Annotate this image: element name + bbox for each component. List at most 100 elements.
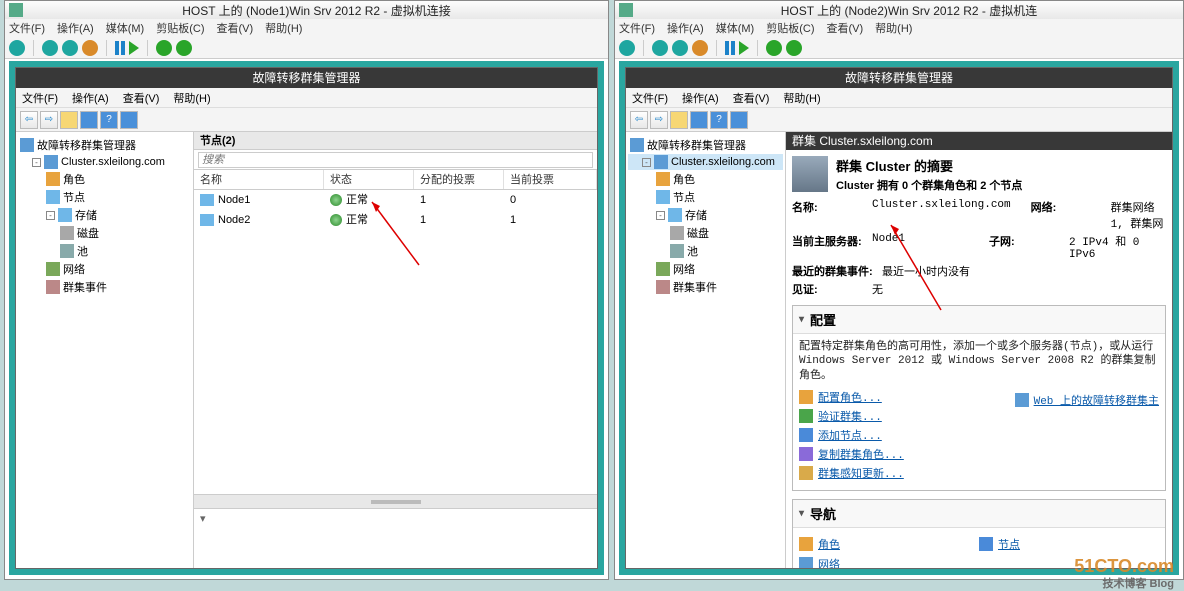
tree-pools[interactable]: 池: [628, 242, 783, 260]
tree-roles[interactable]: 角色: [628, 170, 783, 188]
tree-storage[interactable]: -存储: [18, 206, 191, 224]
collapse-icon[interactable]: -: [32, 158, 41, 167]
nav-roles[interactable]: 角色: [799, 534, 979, 554]
col-current[interactable]: 当前投票: [504, 170, 597, 189]
tree-pools[interactable]: 池: [18, 242, 191, 260]
shutdown-icon[interactable]: [62, 40, 78, 56]
tree-nodes[interactable]: 节点: [628, 188, 783, 206]
menu-help[interactable]: 帮助(H): [783, 90, 820, 106]
tree-nodes[interactable]: 节点: [18, 188, 191, 206]
start-icon[interactable]: [652, 40, 668, 56]
link-add-node[interactable]: 添加节点...: [799, 427, 1159, 443]
tree-root[interactable]: 故障转移群集管理器: [18, 136, 191, 154]
collapse-icon[interactable]: -: [656, 211, 665, 220]
props-icon[interactable]: [120, 111, 138, 129]
menu-file[interactable]: 文件(F): [22, 90, 58, 106]
vm-menubar: 文件(F) 操作(A) 媒体(M) 剪贴板(C) 查看(V) 帮助(H): [5, 19, 608, 37]
tree-networks[interactable]: 网络: [18, 260, 191, 278]
save-icon[interactable]: [692, 40, 708, 56]
back-icon[interactable]: [630, 111, 648, 129]
menu-file[interactable]: 文件(F): [632, 90, 668, 106]
splitter[interactable]: [194, 494, 597, 508]
ctrl-alt-del-icon[interactable]: [619, 40, 635, 56]
play-icon[interactable]: [739, 41, 749, 55]
link-copy-role[interactable]: 复制群集角色...: [799, 446, 1159, 462]
panel-icon[interactable]: [80, 111, 98, 129]
menu-action[interactable]: 操作(A): [667, 20, 704, 36]
watermark-sub: 技术博客 Blog: [1103, 575, 1175, 591]
tree-storage[interactable]: -存储: [628, 206, 783, 224]
role-icon: [656, 172, 670, 186]
splitter-handle[interactable]: [371, 500, 421, 504]
play-icon[interactable]: [129, 41, 139, 55]
nav-networks[interactable]: 网络: [799, 554, 979, 568]
menu-action[interactable]: 操作(A): [57, 20, 94, 36]
col-name[interactable]: 名称: [194, 170, 324, 189]
start-icon[interactable]: [42, 40, 58, 56]
info-grid: 名称: Cluster.sxleilong.com 网络: 群集网络 1, 群集…: [792, 199, 1166, 297]
col-vote[interactable]: 分配的投票: [414, 170, 504, 189]
shutdown-icon[interactable]: [672, 40, 688, 56]
menu-help[interactable]: 帮助(H): [265, 20, 302, 36]
collapse-icon[interactable]: -: [46, 211, 55, 220]
props-icon[interactable]: [730, 111, 748, 129]
menu-view[interactable]: 查看(V): [827, 20, 864, 36]
tree-networks[interactable]: 网络: [628, 260, 783, 278]
menu-action[interactable]: 操作(A): [72, 90, 109, 106]
menu-view[interactable]: 查看(V): [123, 90, 160, 106]
tree-panel: 故障转移群集管理器 -Cluster.sxleilong.com 角色 节点 -…: [16, 132, 194, 568]
nav-header[interactable]: 导航: [793, 500, 1165, 528]
checkpoint-icon[interactable]: [766, 40, 782, 56]
separator: [643, 40, 644, 56]
cluster-mgr-icon: [630, 138, 644, 152]
pause-icon[interactable]: [115, 41, 125, 55]
menu-clipboard[interactable]: 剪贴板(C): [156, 20, 204, 36]
collapse-icon[interactable]: -: [642, 158, 651, 167]
help-icon[interactable]: ?: [100, 111, 118, 129]
tree-events[interactable]: 群集事件: [628, 278, 783, 296]
menu-media[interactable]: 媒体(M): [716, 20, 755, 36]
menu-file[interactable]: 文件(F): [619, 20, 655, 36]
tree-events[interactable]: 群集事件: [18, 278, 191, 296]
label-subnet: 子网:: [989, 233, 1069, 261]
tree-disks[interactable]: 磁盘: [628, 224, 783, 242]
menu-file[interactable]: 文件(F): [9, 20, 45, 36]
tree-cluster[interactable]: -Cluster.sxleilong.com: [628, 154, 783, 170]
menu-clipboard[interactable]: 剪贴板(C): [766, 20, 814, 36]
tree-root[interactable]: 故障转移群集管理器: [628, 136, 783, 154]
config-header[interactable]: 配置: [793, 306, 1165, 334]
menu-view[interactable]: 查看(V): [733, 90, 770, 106]
menu-action[interactable]: 操作(A): [682, 90, 719, 106]
ctrl-alt-del-icon[interactable]: [9, 40, 25, 56]
menu-view[interactable]: 查看(V): [217, 20, 254, 36]
forward-icon[interactable]: [650, 111, 668, 129]
up-icon[interactable]: [60, 111, 78, 129]
vm-titlebar: HOST 上的 (Node1)Win Srv 2012 R2 - 虚拟机连接: [5, 1, 608, 19]
disk-icon: [60, 226, 74, 240]
revert-icon[interactable]: [176, 40, 192, 56]
col-status[interactable]: 状态: [324, 170, 414, 189]
save-icon[interactable]: [82, 40, 98, 56]
back-icon[interactable]: [20, 111, 38, 129]
tree-disks[interactable]: 磁盘: [18, 224, 191, 242]
label-host: 当前主服务器:: [792, 233, 872, 261]
search-input[interactable]: [198, 152, 593, 168]
link-web[interactable]: Web 上的故障转移群集主: [1015, 392, 1159, 408]
link-validate[interactable]: 验证群集...: [799, 408, 1159, 424]
checkpoint-icon[interactable]: [156, 40, 172, 56]
tree-roles[interactable]: 角色: [18, 170, 191, 188]
expander-icon[interactable]: ▾: [194, 509, 597, 528]
link-update[interactable]: 群集感知更新...: [799, 465, 1159, 481]
up-icon[interactable]: [670, 111, 688, 129]
panel-icon[interactable]: [690, 111, 708, 129]
forward-icon[interactable]: [40, 111, 58, 129]
web-icon: [1015, 393, 1029, 407]
revert-icon[interactable]: [786, 40, 802, 56]
menu-help[interactable]: 帮助(H): [173, 90, 210, 106]
menu-media[interactable]: 媒体(M): [106, 20, 145, 36]
menu-help[interactable]: 帮助(H): [875, 20, 912, 36]
help-icon[interactable]: ?: [710, 111, 728, 129]
tree-cluster[interactable]: -Cluster.sxleilong.com: [18, 154, 191, 170]
nav-nodes[interactable]: 节点: [979, 534, 1159, 554]
pause-icon[interactable]: [725, 41, 735, 55]
